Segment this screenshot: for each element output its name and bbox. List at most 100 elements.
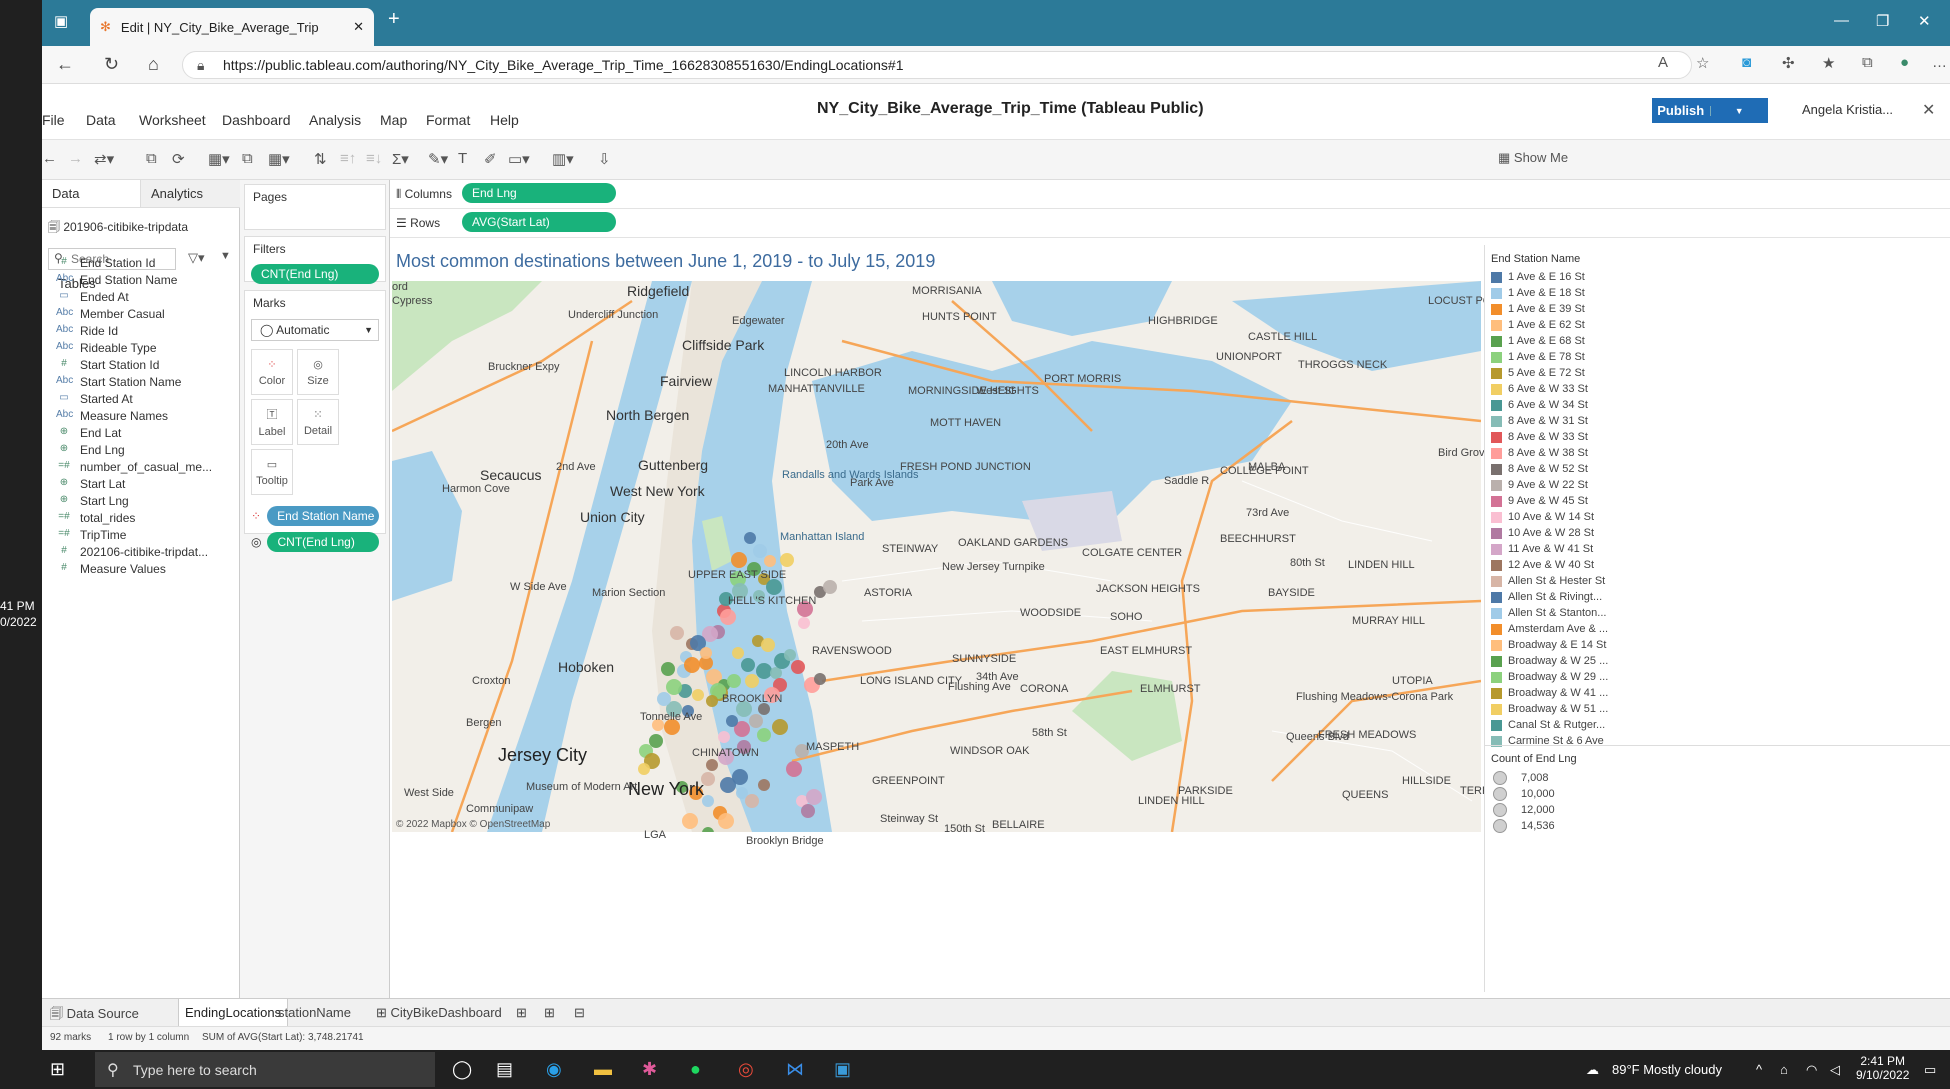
menu-analysis[interactable]: Analysis <box>309 112 361 128</box>
station-marker[interactable] <box>745 794 759 808</box>
marks-pill-end-station-name[interactable]: End Station Name <box>267 506 379 526</box>
legend-item[interactable]: Allen St & Hester St <box>1491 575 1605 587</box>
new-dashboard-tab-icon[interactable]: ⊞ <box>544 1005 555 1021</box>
taskbar-search-input[interactable]: ⚲ Type here to search <box>95 1052 435 1087</box>
filter-pill-cnt-end-lng[interactable]: CNT(End Lng) <box>251 264 379 284</box>
data-field[interactable]: Abc End Station Name <box>56 273 177 287</box>
menu-dashboard[interactable]: Dashboard <box>222 112 291 128</box>
format-workbook-icon[interactable]: ✐ <box>484 150 497 168</box>
station-marker[interactable] <box>684 657 700 673</box>
refresh-icon[interactable]: ↻ <box>104 54 119 75</box>
legend-item[interactable]: 10 Ave & W 14 St <box>1491 511 1594 523</box>
menu-file[interactable]: File <box>42 112 65 128</box>
legend-item[interactable]: 8 Ave & W 31 St <box>1491 415 1588 427</box>
legend-item[interactable]: Broadway & W 41 ... <box>1491 687 1608 699</box>
station-marker[interactable] <box>764 555 776 567</box>
data-field[interactable]: # End Station Id <box>56 256 155 270</box>
read-aloud-icon[interactable]: A <box>1658 54 1668 71</box>
swap-axes-icon[interactable]: ⇅ <box>314 150 327 168</box>
legend-item[interactable]: Broadway & W 25 ... <box>1491 655 1608 667</box>
sort-descending-icon[interactable]: ≡↓ <box>366 150 382 167</box>
menu-format[interactable]: Format <box>426 112 470 128</box>
close-tab-icon[interactable]: ✕ <box>353 19 364 35</box>
data-field[interactable]: Abc Measure Names <box>56 409 168 423</box>
puzzle-extensions-icon[interactable]: ✣ <box>1782 54 1795 72</box>
replace-data-icon[interactable]: ⇄▾ <box>94 150 114 168</box>
data-field[interactable]: =# total_rides <box>56 511 135 525</box>
wifi-icon[interactable]: ◠ <box>1806 1062 1817 1078</box>
filter-fields-icon[interactable]: ▽▾ <box>188 250 205 266</box>
station-marker[interactable] <box>761 638 775 652</box>
station-marker[interactable] <box>649 734 663 748</box>
chrome-app-icon[interactable]: ◎ <box>738 1059 754 1080</box>
legend-item[interactable]: Broadway & E 14 St <box>1491 639 1606 651</box>
tab-citybike-dashboard[interactable]: ⊞ CityBikeDashboard <box>376 1005 502 1021</box>
photos-app-icon[interactable]: ▣ <box>834 1059 851 1080</box>
station-marker[interactable] <box>791 660 805 674</box>
home-icon[interactable]: ⌂ <box>148 54 159 75</box>
data-field[interactable]: # Measure Values <box>56 562 166 576</box>
map-attribution[interactable]: © 2022 Mapbox © OpenStreetMap <box>396 819 550 830</box>
legend-item[interactable]: Amsterdam Ave & ... <box>1491 623 1608 635</box>
size-legend-item[interactable]: 7,008 <box>1493 771 1549 785</box>
tab-station-name[interactable]: stationName <box>278 1005 351 1020</box>
station-marker[interactable] <box>744 532 756 544</box>
legend-item[interactable]: 6 Ave & W 33 St <box>1491 383 1588 395</box>
station-marker[interactable] <box>753 544 767 558</box>
size-legend-item[interactable]: 10,000 <box>1493 787 1555 801</box>
station-marker[interactable] <box>731 552 747 568</box>
legend-item[interactable]: 12 Ave & W 40 St <box>1491 559 1594 571</box>
refresh-data-icon[interactable]: ⟳ <box>172 150 185 168</box>
minimize-icon[interactable]: — <box>1834 12 1849 29</box>
profile-avatar-icon[interactable]: ● <box>1900 54 1909 71</box>
sort-ascending-icon[interactable]: ≡↑ <box>340 150 356 167</box>
browser-tab-active[interactable]: ✻ Edit | NY_City_Bike_Average_Trip ✕ <box>90 8 374 46</box>
restore-icon[interactable]: ❐ <box>1876 12 1889 30</box>
legend-item[interactable]: Canal St & Rutger... <box>1491 719 1605 731</box>
widgets-icon[interactable]: ▤ <box>496 1059 513 1080</box>
station-marker[interactable] <box>720 609 736 625</box>
task-view-icon[interactable]: ◯ <box>452 1059 472 1080</box>
taskbar-clock[interactable]: 2:41 PM 9/10/2022 <box>1856 1054 1909 1082</box>
station-marker[interactable] <box>801 804 815 818</box>
columns-shelf[interactable]: ⦀ Columns End Lng <box>390 180 1950 209</box>
new-tab-icon[interactable]: + <box>388 8 400 31</box>
weather-text[interactable]: 89°F Mostly cloudy <box>1612 1062 1722 1077</box>
new-datasource-icon[interactable]: ⧉ <box>146 150 157 167</box>
menu-data[interactable]: Data <box>86 112 116 128</box>
station-marker[interactable] <box>638 763 650 775</box>
station-marker[interactable] <box>657 692 671 706</box>
legend-item[interactable]: 1 Ave & E 16 St <box>1491 271 1585 283</box>
station-marker[interactable] <box>718 731 730 743</box>
menu-help[interactable]: Help <box>490 112 519 128</box>
url-field[interactable]: 🔒︎ https://public.tableau.com/authoring/… <box>182 51 1692 79</box>
notifications-icon[interactable]: ▭ <box>1924 1062 1936 1078</box>
marks-pill-cnt-end-lng[interactable]: CNT(End Lng) <box>267 532 379 552</box>
tab-actions-icon[interactable]: ▣ <box>54 12 68 30</box>
marks-size-button[interactable]: ◎ Size <box>297 349 339 395</box>
marks-color-button[interactable]: ⁘ Color <box>251 349 293 395</box>
legend-item[interactable]: 1 Ave & E 68 St <box>1491 335 1585 347</box>
station-marker[interactable] <box>706 759 718 771</box>
station-marker[interactable] <box>727 674 741 688</box>
more-menu-icon[interactable]: … <box>1932 54 1947 71</box>
show-labels-icon[interactable]: T <box>458 150 467 167</box>
data-field[interactable]: ⊕ End Lng <box>56 443 125 457</box>
station-marker[interactable] <box>806 789 822 805</box>
tab-data-source[interactable]: 🗐︎ Data Source <box>50 1005 139 1027</box>
data-field[interactable]: ▭ Ended At <box>56 290 128 304</box>
tab-ending-locations[interactable]: EndingLocations <box>178 999 289 1027</box>
legend-item[interactable]: Allen St & Stanton... <box>1491 607 1606 619</box>
data-field[interactable]: Abc Ride Id <box>56 324 118 338</box>
legend-item[interactable]: 1 Ave & E 78 St <box>1491 351 1585 363</box>
share-icon[interactable]: ⇩ <box>598 150 611 168</box>
duplicate-sheet-icon[interactable]: ⧉ <box>242 150 253 167</box>
pages-card[interactable]: Pages <box>244 184 386 230</box>
collections-icon[interactable]: ⧉ <box>1862 54 1873 71</box>
station-marker[interactable] <box>682 813 698 829</box>
highlight-icon[interactable]: ✎▾ <box>428 150 448 168</box>
show-me-button[interactable]: ▦ Show Me <box>1498 150 1568 166</box>
station-marker[interactable] <box>745 674 759 688</box>
mark-type-select[interactable]: ◯ Automatic ▼ <box>251 319 379 341</box>
map-view[interactable]: Ridgefield Undercliff Junction Edgewater Cl… <box>392 281 1565 847</box>
